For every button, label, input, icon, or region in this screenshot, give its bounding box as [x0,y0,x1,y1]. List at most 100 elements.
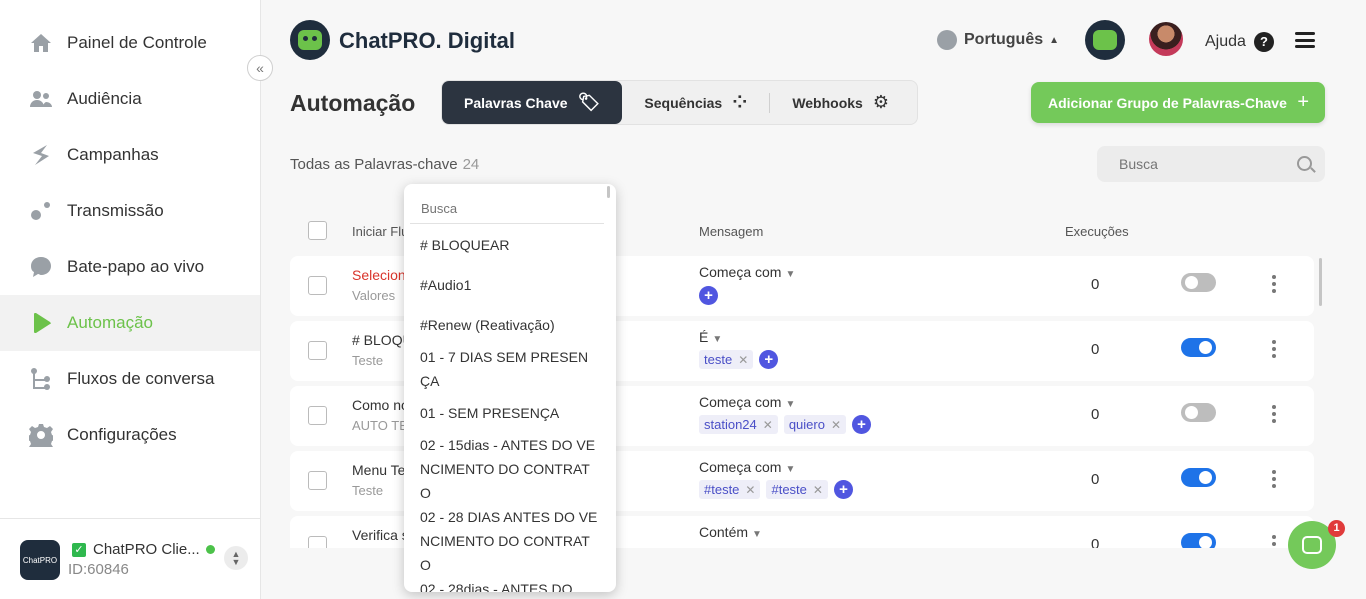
close-icon[interactable]: ✕ [738,353,748,367]
match-type-dropdown[interactable]: Começa com ▼ [699,394,795,410]
tab-label: Palavras Chave [464,94,568,111]
more-options-icon[interactable] [1272,275,1276,293]
help-link[interactable]: Ajuda ? [1205,32,1274,52]
dropdown-scrollbar[interactable] [607,186,610,198]
count-label: Todas as Palavras-chave [290,156,458,173]
match-type-dropdown[interactable]: Contém ▼ [699,524,762,540]
chip-label: #teste [704,482,740,497]
chevron-down-icon: ▼ [785,464,796,475]
execution-count: 0 [1091,471,1100,488]
tab-palavras-chave[interactable]: Palavras Chave 🏷 [442,81,623,124]
count-value: 24 [462,156,480,173]
sidebar-item-automacao[interactable]: Automação [0,295,260,351]
notification-badge: 1 [1328,520,1345,537]
sidebar-item-fluxos[interactable]: Fluxos de conversa [0,351,260,407]
tab-webhooks[interactable]: Webhooks ⚙ [770,81,911,124]
dropdown-option[interactable]: 02 - 28dias - ANTES DO [420,577,598,592]
keyword-chip: quiero ✕ [783,415,847,434]
hamburger-menu-icon[interactable] [1295,32,1315,48]
sidebar-item-campanhas[interactable]: Campanhas [0,127,260,183]
close-icon[interactable]: ✕ [745,483,755,497]
dropdown-option[interactable]: 01 - 7 DIAS SEM PRESENÇA [420,345,598,393]
more-options-icon[interactable] [1272,405,1276,423]
row-checkbox[interactable] [308,406,327,425]
more-options-icon[interactable] [1272,340,1276,358]
dropdown-option[interactable]: 01 - SEM PRESENÇA [420,401,598,425]
row-sub: Teste [352,353,384,368]
row-name[interactable]: Menu Te [352,462,405,478]
table-scrollbar[interactable] [1319,258,1322,306]
language-selector[interactable]: Português ▲ [937,30,1059,50]
match-type: Começa com [699,459,782,475]
match-type: Começa com [699,264,782,280]
enable-toggle[interactable] [1181,338,1216,357]
enable-toggle[interactable] [1181,273,1216,292]
sidebar-item-transmissao[interactable]: Transmissão [0,183,260,239]
sidebar-item-audiencia[interactable]: Audiência [0,71,260,127]
bot-avatar[interactable] [1085,20,1125,60]
tab-label: Webhooks [792,94,863,111]
user-avatar[interactable] [1149,22,1183,56]
brand-logo [290,20,330,60]
dropdown-option[interactable]: #Audio1 [420,273,598,297]
search-input[interactable] [1097,146,1325,182]
row-checkbox[interactable] [308,471,327,490]
collapse-sidebar-button[interactable]: « [247,55,273,81]
question-icon: ? [1253,32,1274,52]
keyword-chip: #teste ✕ [699,480,761,499]
enable-toggle[interactable] [1181,403,1216,422]
play-icon [28,310,54,336]
dropdown-option[interactable]: # BLOQUEAR [420,233,598,257]
add-button-label: Adicionar Grupo de Palavras-Chave [1048,94,1287,111]
keyword-chips: teste ✕ + [699,350,779,369]
sidebar-item-label: Painel de Controle [67,33,207,52]
row-checkbox[interactable] [308,276,327,295]
chip-label: station24 [704,417,757,432]
chat-bubble-icon [1302,536,1322,554]
sidebar-item-label: Transmissão [67,201,164,220]
close-icon[interactable]: ✕ [831,418,841,432]
add-keyword-button[interactable]: + [852,415,872,434]
row-name[interactable]: Como no [352,397,409,413]
match-type: Contém [699,524,749,540]
chevron-down-icon: ▼ [712,334,723,345]
chip-label: teste [704,352,733,367]
match-type-dropdown[interactable]: Começa com ▼ [699,264,795,280]
dropdown-search-input[interactable] [410,194,604,224]
sidebar-item-bate-papo[interactable]: Bate-papo ao vivo [0,239,260,295]
more-options-icon[interactable] [1272,470,1276,488]
close-icon[interactable]: ✕ [763,418,773,432]
search-icon [1297,156,1312,171]
sidebar-item-label: Fluxos de conversa [67,369,215,388]
match-type-dropdown[interactable]: É ▼ [699,329,722,345]
dropdown-option[interactable]: 02 - 28 DIAS ANTES DO VENCIMENTO DO CONT… [420,505,598,577]
row-name[interactable]: Selecion [352,267,406,283]
add-keyword-group-button[interactable]: Adicionar Grupo de Palavras-Chave + [1031,82,1325,123]
dropdown-option[interactable]: #Renew (Reativação) [420,313,598,337]
keyword-count: Todas as Palavras-chave 24 [290,156,479,173]
tab-sequencias[interactable]: Sequências ⁘ [622,81,769,124]
sidebar-item-configuracoes[interactable]: Configurações [0,407,260,463]
keyword-chips: #teste ✕ #teste ✕ + [699,480,853,499]
flow-select-dropdown: # BLOQUEAR #Audio1 #Renew (Reativação) 0… [404,184,616,592]
add-keyword-button[interactable]: + [833,480,853,499]
sidebar-item-label: Bate-papo ao vivo [67,257,205,276]
home-icon [28,30,54,56]
select-all-checkbox[interactable] [308,221,327,240]
add-keyword-button[interactable]: + [759,350,779,369]
flow-icon [28,366,54,392]
row-name[interactable]: Verifica s [352,527,409,543]
row-checkbox[interactable] [308,341,327,360]
add-keyword-button[interactable]: + [699,286,718,305]
enable-toggle[interactable] [1181,468,1216,487]
page-title: Automação [290,90,416,116]
close-icon[interactable]: ✕ [813,483,823,497]
sidebar-item-painel[interactable]: Painel de Controle [0,15,260,71]
match-type-dropdown[interactable]: Começa com ▼ [699,459,795,475]
dropdown-option[interactable]: 02 - 15dias - ANTES DO VENCIMENTO DO CON… [420,433,598,505]
chevron-up-down-icon[interactable]: ▲ ▼ [224,546,248,570]
caret-up-icon: ▲ [1049,34,1060,46]
account-switcher[interactable]: ChatPRO ✓ ChatPRO Clie... ID:60846 [0,518,260,599]
check-icon: ✓ [72,542,86,557]
chat-bubble-icon [28,254,54,280]
